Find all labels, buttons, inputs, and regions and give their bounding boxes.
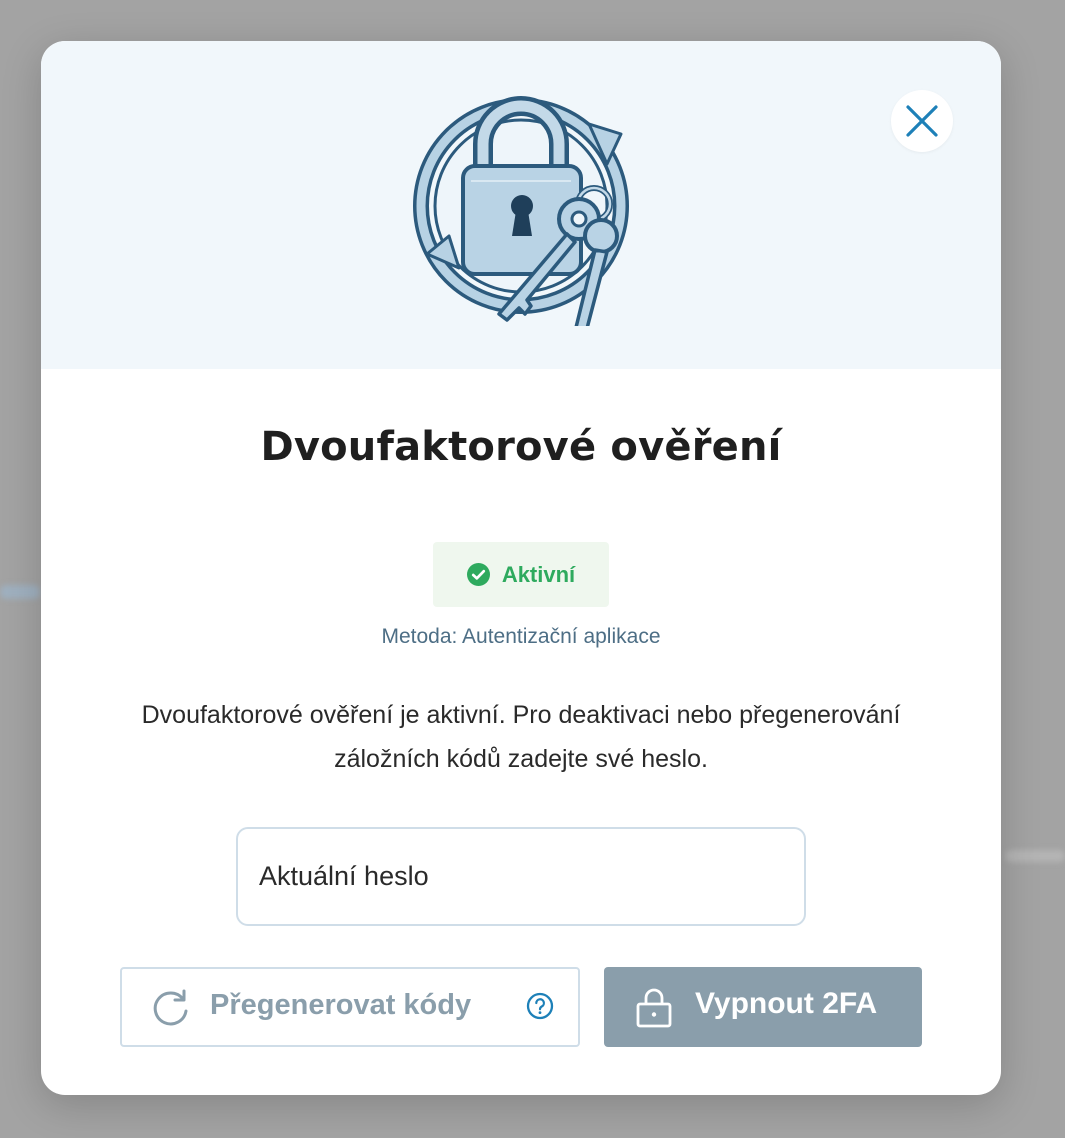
padlock-keys-illustration — [413, 96, 629, 326]
modal-hero — [41, 41, 1001, 369]
status-label: Aktivní — [501, 561, 576, 587]
check-circle-icon — [466, 563, 490, 586]
status-badge: Aktivní — [433, 542, 609, 607]
method-text: Metoda: Autentizační aplikace — [381, 625, 661, 648]
refresh-icon — [153, 989, 188, 1026]
description-text: Dvoufaktorové ověření je aktivní. Pro de… — [141, 701, 901, 773]
regenerate-codes-label: Přegenerovat kódy — [210, 989, 472, 1021]
background-blur — [0, 585, 40, 599]
question-circle-icon[interactable] — [526, 992, 554, 1020]
disable-2fa-button[interactable]: Vypnout 2FA — [604, 967, 922, 1047]
password-input[interactable] — [259, 861, 804, 892]
password-field[interactable] — [236, 827, 806, 926]
close-icon — [906, 105, 938, 137]
close-button[interactable] — [891, 90, 953, 152]
disable-2fa-label: Vypnout 2FA — [695, 987, 878, 1020]
regenerate-codes-button[interactable]: Přegenerovat kódy — [120, 967, 580, 1047]
modal-title: Dvoufaktorové ověření — [260, 424, 782, 470]
lock-icon — [636, 988, 672, 1028]
background-blur — [1005, 850, 1065, 862]
two-factor-modal: Dvoufaktorové ověření Aktivní Metoda: Au… — [41, 41, 1001, 1095]
